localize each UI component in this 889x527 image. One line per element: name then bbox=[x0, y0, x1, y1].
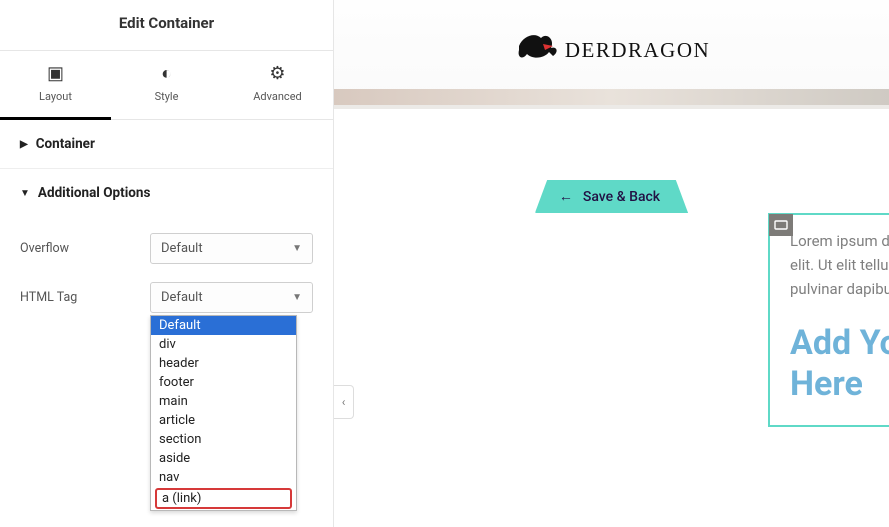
htmltag-opt-main[interactable]: main bbox=[151, 392, 296, 411]
htmltag-opt-footer[interactable]: footer bbox=[151, 373, 296, 392]
overflow-label: Overflow bbox=[20, 241, 150, 256]
htmltag-opt-nav[interactable]: nav bbox=[151, 468, 296, 487]
site-header: DERDRAGON bbox=[334, 0, 889, 109]
section-container[interactable]: ▶ Container bbox=[0, 120, 333, 169]
container-body: Lorem ipsum dolor sit amet, consectetur … bbox=[770, 215, 889, 425]
htmltag-row: HTML Tag Default ▼ Default div header fo… bbox=[20, 282, 313, 313]
container-icon bbox=[774, 220, 788, 230]
site-logo: DERDRAGON bbox=[513, 28, 710, 72]
editor-sidebar: Edit Container ▣ Layout ◐ Style ⚙ Advanc… bbox=[0, 0, 334, 527]
overflow-value: Default bbox=[161, 241, 203, 256]
section-additional-options[interactable]: ▼ Additional Options bbox=[0, 169, 333, 217]
layout-icon: ▣ bbox=[0, 63, 111, 84]
save-and-back-button[interactable]: ← Save & Back bbox=[535, 180, 688, 213]
tab-advanced[interactable]: ⚙ Advanced bbox=[222, 51, 333, 119]
dragon-icon bbox=[513, 28, 561, 72]
htmltag-opt-article[interactable]: article bbox=[151, 411, 296, 430]
chevron-down-icon: ▼ bbox=[292, 243, 302, 254]
htmltag-select[interactable]: Default ▼ Default div header footer main… bbox=[150, 282, 313, 313]
controls-area: Overflow Default ▼ HTML Tag Default ▼ De… bbox=[0, 217, 333, 410]
tab-layout-label: Layout bbox=[39, 90, 72, 103]
htmltag-opt-aside[interactable]: aside bbox=[151, 449, 296, 468]
arrow-left-icon: ← bbox=[559, 188, 573, 205]
style-icon: ◐ bbox=[111, 63, 222, 84]
caret-down-icon: ▼ bbox=[20, 188, 30, 199]
panel-tabs: ▣ Layout ◐ Style ⚙ Advanced bbox=[0, 51, 333, 120]
panel-title: Edit Container bbox=[0, 0, 333, 51]
save-back-label: Save & Back bbox=[583, 189, 660, 205]
htmltag-opt-section[interactable]: section bbox=[151, 430, 296, 449]
tab-style-label: Style bbox=[155, 90, 179, 103]
container-drag-handle[interactable] bbox=[769, 214, 793, 236]
htmltag-label: HTML Tag bbox=[20, 290, 150, 305]
htmltag-opt-div[interactable]: div bbox=[151, 335, 296, 354]
tab-style[interactable]: ◐ Style bbox=[111, 51, 222, 119]
overflow-select[interactable]: Default ▼ bbox=[150, 233, 313, 264]
tab-advanced-label: Advanced bbox=[253, 90, 301, 103]
preview-canvas: DERDRAGON ← Save & Back Lorem ipsum dolo… bbox=[334, 0, 889, 527]
htmltag-value: Default bbox=[161, 290, 203, 305]
brand-text: DERDRAGON bbox=[565, 38, 710, 63]
chevron-down-icon: ▼ bbox=[292, 292, 302, 303]
htmltag-opt-default[interactable]: Default bbox=[151, 316, 296, 335]
htmltag-opt-header[interactable]: header bbox=[151, 354, 296, 373]
caret-right-icon: ▶ bbox=[20, 139, 28, 150]
advanced-icon: ⚙ bbox=[222, 63, 333, 84]
banner-image-strip bbox=[334, 89, 889, 105]
htmltag-dropdown: Default div header footer main article s… bbox=[150, 315, 297, 511]
lorem-text[interactable]: Lorem ipsum dolor sit amet, consectetur … bbox=[790, 229, 889, 301]
tab-layout[interactable]: ▣ Layout bbox=[0, 51, 111, 120]
section-additional-label: Additional Options bbox=[38, 185, 151, 201]
selected-container[interactable]: Lorem ipsum dolor sit amet, consectetur … bbox=[768, 213, 889, 427]
htmltag-opt-a-link[interactable]: a (link) bbox=[155, 488, 292, 509]
heading-widget[interactable]: Add Your Heading Text Here bbox=[790, 323, 889, 405]
section-container-label: Container bbox=[36, 136, 95, 152]
overflow-row: Overflow Default ▼ bbox=[20, 233, 313, 264]
